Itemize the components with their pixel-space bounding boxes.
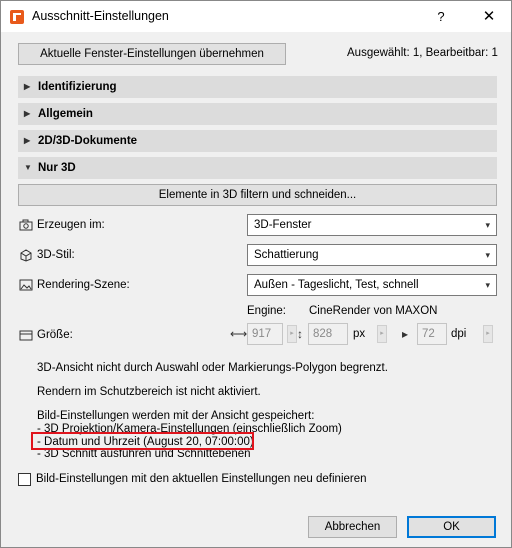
scene-label: Rendering-Szene:	[37, 279, 130, 291]
ok-button[interactable]: OK	[407, 516, 496, 538]
width-stepper[interactable]: ▸	[287, 325, 297, 343]
highlight-box	[31, 432, 254, 450]
saved-heading: Bild-Einstellungen werden mit der Ansich…	[37, 410, 315, 422]
camera-icon	[19, 219, 33, 231]
collapse-triangle-icon: ▼	[24, 163, 32, 172]
chevron-down-icon: ▾	[485, 250, 490, 260]
height-stepper[interactable]: ▸	[377, 325, 387, 343]
resolution-stepper[interactable]: ▸	[483, 325, 493, 343]
size-label: Größe:	[37, 329, 73, 341]
create-in-label: Erzeugen im:	[37, 219, 105, 231]
create-in-value: 3D-Fenster	[254, 219, 312, 231]
take-window-settings-button[interactable]: Aktuelle Fenster-Einstellungen übernehme…	[18, 43, 286, 65]
scene-select[interactable]: Außen - Tageslicht, Test, schnell ▾	[247, 274, 497, 296]
style-select[interactable]: Schattierung ▾	[247, 244, 497, 266]
size-icon	[19, 330, 33, 341]
style-label: 3D-Stil:	[37, 249, 75, 261]
scene-value: Außen - Tageslicht, Test, schnell	[254, 279, 419, 291]
engine-value: CineRender von MAXON	[309, 305, 438, 317]
expand-triangle-icon: ▶	[24, 82, 31, 91]
style-value: Schattierung	[254, 249, 319, 261]
help-button[interactable]: ?	[429, 7, 453, 27]
close-button[interactable]: ✕	[477, 7, 501, 27]
section-2d3d-dokumente[interactable]: ▶ 2D/3D-Dokumente	[18, 130, 497, 152]
width-arrow-icon: ⟷	[230, 327, 248, 341]
resolution-unit: dpi	[451, 328, 467, 340]
section-label: 2D/3D-Dokumente	[38, 135, 138, 147]
dialog-window: Ausschnitt-Einstellungen ? ✕ Aktuelle Fe…	[0, 0, 512, 548]
info-not-limited: 3D-Ansicht nicht durch Auswahl oder Mark…	[37, 362, 388, 374]
section-nur-3d[interactable]: ▼ Nur 3D	[18, 157, 497, 179]
section-allgemein[interactable]: ▶ Allgemein	[18, 103, 497, 125]
resolution-field[interactable]: 72	[417, 323, 447, 345]
section-label: Allgemein	[38, 108, 93, 120]
section-label: Identifizierung	[38, 81, 117, 93]
app-icon	[10, 10, 24, 24]
redefine-checkbox[interactable]	[18, 473, 31, 486]
chevron-down-icon: ▾	[485, 280, 490, 290]
section-identifizierung[interactable]: ▶ Identifizierung	[18, 76, 497, 98]
filter-elements-button[interactable]: Elemente in 3D filtern und schneiden...	[18, 184, 497, 206]
cancel-button[interactable]: Abbrechen	[308, 516, 397, 538]
create-in-select[interactable]: 3D-Fenster ▾	[247, 214, 497, 236]
engine-label: Engine:	[247, 305, 287, 317]
section-label: Nur 3D	[38, 162, 76, 174]
resolution-arrow-icon: ▸	[402, 327, 409, 341]
expand-triangle-icon: ▶	[24, 136, 31, 145]
selection-status: Ausgewählt: 1, Bearbeitbar: 1	[347, 47, 498, 59]
info-protected-area: Rendern im Schutzbereich ist nicht aktiv…	[37, 386, 261, 398]
title-bar: Ausschnitt-Einstellungen ? ✕	[1, 1, 511, 32]
cube-icon	[20, 249, 32, 262]
chevron-down-icon: ▾	[485, 220, 490, 230]
size-unit: px	[353, 328, 366, 340]
height-field[interactable]: 828	[308, 323, 348, 345]
width-field[interactable]: 917	[247, 323, 283, 345]
height-arrow-icon: ↕	[297, 327, 303, 341]
expand-triangle-icon: ▶	[24, 109, 31, 118]
window-title: Ausschnitt-Einstellungen	[32, 9, 169, 23]
redefine-checkbox-label[interactable]: Bild-Einstellungen mit den aktuellen Ein…	[36, 473, 367, 485]
picture-icon	[19, 279, 33, 291]
